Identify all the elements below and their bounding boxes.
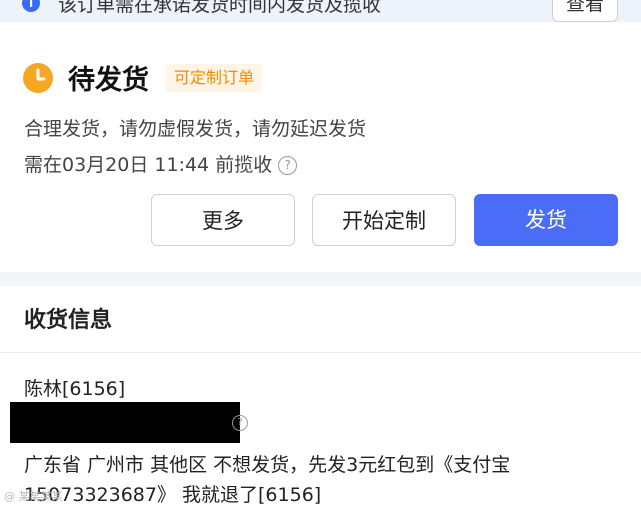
order-status-card: 待发货 可定制订单 合理发货，请勿虚假发货，请勿延迟发货 需在03月20日 11… [0,22,641,272]
status-title: 待发货 [68,65,149,96]
info-icon: i [22,0,40,12]
redacted-phone [10,402,240,443]
help-icon[interactable]: ? [278,156,298,175]
pickup-deadline: 需在03月20日 11:44 前揽收? [24,150,298,177]
customizable-badge: 可定制订单 [166,64,263,92]
receiver-address-line-1: 广东省 广州市 其他区 不想发货，先发3元红包到《支付宝 [24,454,511,476]
receiver-address-line-2: 15073323687》 我就退了[6156] [24,484,322,506]
clock-icon [23,63,53,93]
view-button[interactable]: 查看 [552,0,618,22]
receiver-name: 陈林[6156] [24,378,126,400]
receiver-section-title: 收货信息 [24,308,113,333]
watermark: @ 某某某某 [4,490,63,503]
start-custom-button[interactable]: 开始定制 [312,194,456,246]
notice-banner: i 该订单需在承诺发货时间内发货及揽收 查看 [0,0,641,22]
shipping-hint: 合理发货，请勿虚假发货，请勿延迟发货 [24,118,367,140]
section-divider [0,272,641,286]
ship-button[interactable]: 发货 [474,194,618,246]
section-rule [0,352,641,353]
help-icon-small[interactable]: ? [232,415,248,431]
notice-text: 该订单需在承诺发货时间内发货及揽收 [58,0,382,16]
deadline-text: 需在03月20日 11:44 前揽收 [24,154,273,176]
more-button[interactable]: 更多 [151,194,295,246]
